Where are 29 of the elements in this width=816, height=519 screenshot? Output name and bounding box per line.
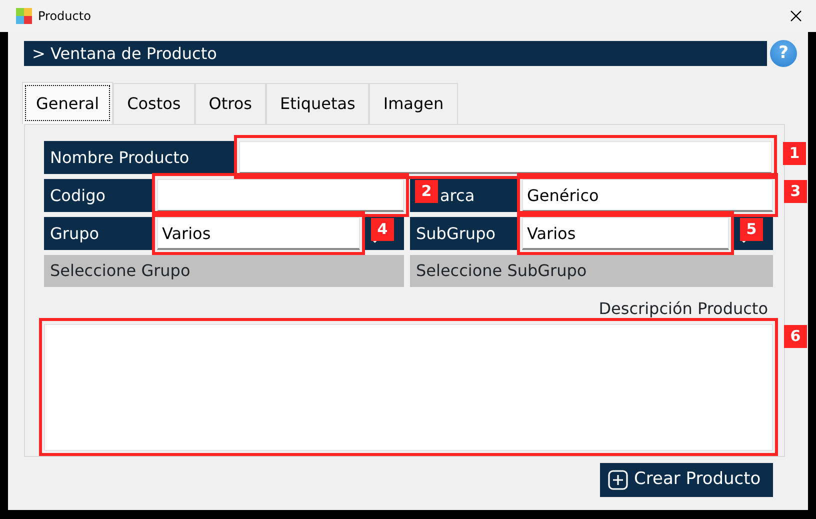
- annotation-number: 3: [784, 180, 807, 203]
- annotation-number: 6: [784, 325, 807, 348]
- annotation-number: 2: [415, 180, 438, 203]
- field-label: Nombre Producto: [44, 141, 236, 174]
- description-label: Descripción Producto: [598, 298, 768, 320]
- tab[interactable]: Costos: [113, 83, 195, 124]
- window-title: Producto: [38, 8, 91, 25]
- annotation-number: 1: [783, 142, 806, 165]
- annotation-number: 4: [371, 218, 394, 241]
- app-icon: [16, 8, 32, 24]
- field-label: SubGrupo: [410, 217, 519, 250]
- tab[interactable]: Etiquetas: [266, 83, 370, 124]
- header-bar: > Ventana de Producto: [24, 41, 767, 66]
- annotation-number: 5: [740, 218, 763, 241]
- field-label: Grupo: [44, 217, 154, 250]
- group-selector[interactable]: Seleccione Grupo: [44, 255, 404, 287]
- text-field[interactable]: Varios: [522, 217, 729, 250]
- group-selector[interactable]: Seleccione SubGrupo: [410, 255, 773, 287]
- text-field[interactable]: [157, 179, 404, 212]
- text-field[interactable]: Genérico: [522, 179, 773, 212]
- field-label: Codigo: [44, 179, 154, 212]
- tab[interactable]: Otros: [194, 83, 266, 124]
- tab[interactable]: General: [22, 82, 114, 124]
- text-field[interactable]: [239, 141, 772, 174]
- plus-icon: [608, 470, 628, 490]
- text-field[interactable]: Varios: [157, 217, 360, 250]
- close-icon[interactable]: [790, 10, 802, 22]
- tab[interactable]: Imagen: [369, 83, 458, 124]
- create-product-button[interactable]: Crear Producto: [600, 463, 773, 497]
